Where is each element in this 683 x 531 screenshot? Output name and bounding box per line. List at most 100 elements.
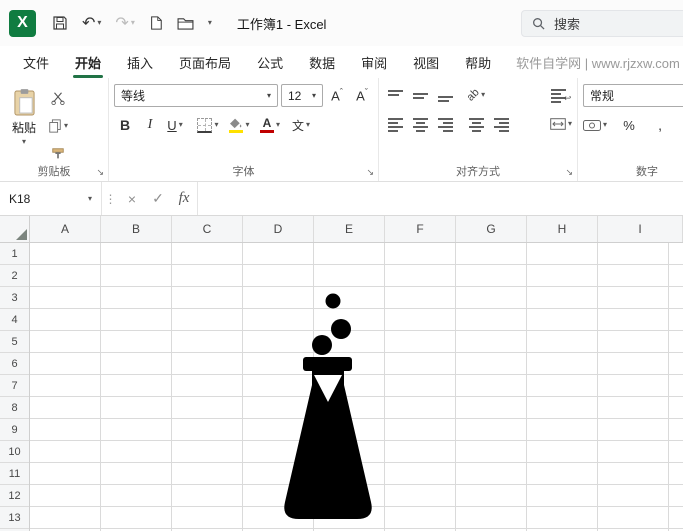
insert-function-button[interactable]: fx — [171, 182, 197, 215]
redo-icon: ↷ — [115, 15, 129, 32]
save-button[interactable] — [47, 10, 73, 36]
orientation-button[interactable]: ab ▾ — [464, 84, 487, 106]
borders-button[interactable]: ▾ — [197, 114, 219, 136]
chevron-down-icon: ▾ — [97, 18, 102, 27]
comma-style-button[interactable]: , — [649, 114, 671, 136]
formula-input[interactable] — [197, 182, 683, 215]
percent-icon: % — [623, 117, 635, 133]
increase-indent-button[interactable] — [490, 113, 512, 135]
tab-insert[interactable]: 插入 — [114, 46, 166, 78]
document-title: 工作簿1 - Excel — [236, 16, 327, 32]
number-group: 常规 ▾ ▾ % , 数字 — [578, 78, 683, 181]
underline-button[interactable]: U ▾ — [164, 114, 186, 136]
orientation-icon: ab — [464, 86, 482, 104]
cut-button[interactable] — [47, 87, 69, 109]
font-size-combo[interactable]: 12 ▾ — [281, 84, 323, 107]
column-header-C[interactable]: C — [172, 216, 243, 242]
customize-quick-access-button[interactable]: ▾ — [203, 10, 217, 36]
fill-color-button[interactable]: ▾ — [228, 114, 250, 136]
row-header-12[interactable]: 12 — [0, 485, 29, 507]
row-header-6[interactable]: 6 — [0, 353, 29, 375]
font-name-value: 等线 — [121, 89, 146, 103]
row-header-4[interactable]: 4 — [0, 309, 29, 331]
font-dialog-launcher-icon[interactable]: ↘ — [366, 167, 374, 178]
tab-data[interactable]: 数据 — [296, 46, 348, 78]
paste-button[interactable]: 粘贴 ▾ — [5, 84, 43, 165]
new-workbook-button[interactable] — [144, 10, 168, 36]
search-box[interactable]: 搜索 — [521, 10, 683, 37]
bold-button[interactable]: B — [114, 114, 136, 136]
accounting-format-button[interactable]: ▾ — [583, 114, 607, 136]
select-all-corner[interactable] — [0, 216, 30, 243]
scissors-icon — [51, 92, 65, 105]
row-headers: 1 2 3 4 5 6 7 8 9 10 11 12 13 — [0, 243, 30, 531]
align-top-button[interactable] — [384, 84, 406, 106]
align-middle-button[interactable] — [409, 84, 431, 106]
column-header-I[interactable]: I — [598, 216, 683, 242]
row-header-1[interactable]: 1 — [0, 243, 29, 265]
column-header-A[interactable]: A — [30, 216, 101, 242]
align-center-button[interactable] — [409, 113, 431, 135]
tab-page-layout[interactable]: 页面布局 — [166, 46, 244, 78]
column-header-E[interactable]: E — [314, 216, 385, 242]
row-header-10[interactable]: 10 — [0, 441, 29, 463]
merge-cells-icon — [550, 118, 566, 130]
font-name-combo[interactable]: 等线 ▾ — [114, 84, 278, 107]
row-header-5[interactable]: 5 — [0, 331, 29, 353]
column-header-H[interactable]: H — [527, 216, 598, 242]
number-format-combo[interactable]: 常规 ▾ — [583, 84, 683, 107]
money-icon — [583, 119, 601, 131]
phonetic-guide-button[interactable]: 文 ▾ — [290, 114, 312, 136]
row-header-3[interactable]: 3 — [0, 287, 29, 309]
align-right-button[interactable] — [434, 113, 456, 135]
row-header-9[interactable]: 9 — [0, 419, 29, 441]
font-color-button[interactable]: A ▾ — [259, 114, 281, 136]
open-file-button[interactable] — [172, 10, 199, 36]
row-header-8[interactable]: 8 — [0, 397, 29, 419]
confirm-entry-button[interactable]: ✓ — [145, 182, 171, 215]
increase-font-size-button[interactable]: Aˆ — [326, 85, 348, 107]
italic-button[interactable]: I — [139, 114, 161, 136]
align-bottom-button[interactable] — [434, 84, 456, 106]
column-header-G[interactable]: G — [456, 216, 527, 242]
ribbon-tab-list: 文件 开始 插入 页面布局 公式 数据 审阅 视图 帮助 — [10, 46, 504, 78]
row-header-7[interactable]: 7 — [0, 375, 29, 397]
column-header-B[interactable]: B — [101, 216, 172, 242]
copy-button[interactable]: ▾ — [47, 115, 69, 137]
column-header-D[interactable]: D — [243, 216, 314, 242]
chevron-down-icon: ▾ — [207, 18, 212, 27]
row-header-11[interactable]: 11 — [0, 463, 29, 485]
search-placeholder: 搜索 — [554, 17, 581, 32]
percent-style-button[interactable]: % — [618, 114, 640, 136]
align-left-button[interactable] — [384, 113, 406, 135]
name-box[interactable]: K18 ▾ — [0, 182, 102, 215]
excel-app-icon[interactable]: X — [9, 9, 36, 37]
merge-center-button[interactable]: ▾ — [550, 113, 572, 135]
row-header-13[interactable]: 13 — [0, 507, 29, 529]
decrease-font-size-button[interactable]: Aˇ — [351, 85, 373, 107]
flask-beaker-image[interactable] — [280, 288, 376, 528]
decrease-indent-button[interactable] — [465, 113, 487, 135]
name-box-resize-handle[interactable]: ⋮ — [102, 182, 119, 215]
tab-help[interactable]: 帮助 — [452, 46, 504, 78]
chevron-down-icon: ▾ — [130, 18, 135, 27]
chevron-down-icon: ▾ — [214, 120, 219, 129]
column-header-F[interactable]: F — [385, 216, 456, 242]
row-header-2[interactable]: 2 — [0, 265, 29, 287]
align-bottom-icon — [437, 87, 453, 103]
tab-review[interactable]: 审阅 — [348, 46, 400, 78]
clipboard-dialog-launcher-icon[interactable]: ↘ — [96, 167, 104, 178]
chevron-down-icon: ▾ — [64, 121, 69, 130]
redo-button[interactable]: ↷ ▾ — [110, 10, 139, 36]
undo-button[interactable]: ↶ ▾ — [77, 10, 106, 36]
tab-formulas[interactable]: 公式 — [244, 46, 296, 78]
tab-home[interactable]: 开始 — [62, 46, 114, 78]
alignment-dialog-launcher-icon[interactable]: ↘ — [565, 167, 573, 178]
tab-view[interactable]: 视图 — [400, 46, 452, 78]
tab-file[interactable]: 文件 — [10, 46, 62, 78]
cancel-entry-button[interactable]: × — [119, 182, 145, 215]
chevron-down-icon: ▾ — [87, 193, 92, 203]
format-painter-button[interactable] — [47, 143, 69, 165]
chevron-down-icon: ▾ — [567, 119, 572, 128]
wrap-text-button[interactable]: ↩ — [550, 84, 572, 106]
